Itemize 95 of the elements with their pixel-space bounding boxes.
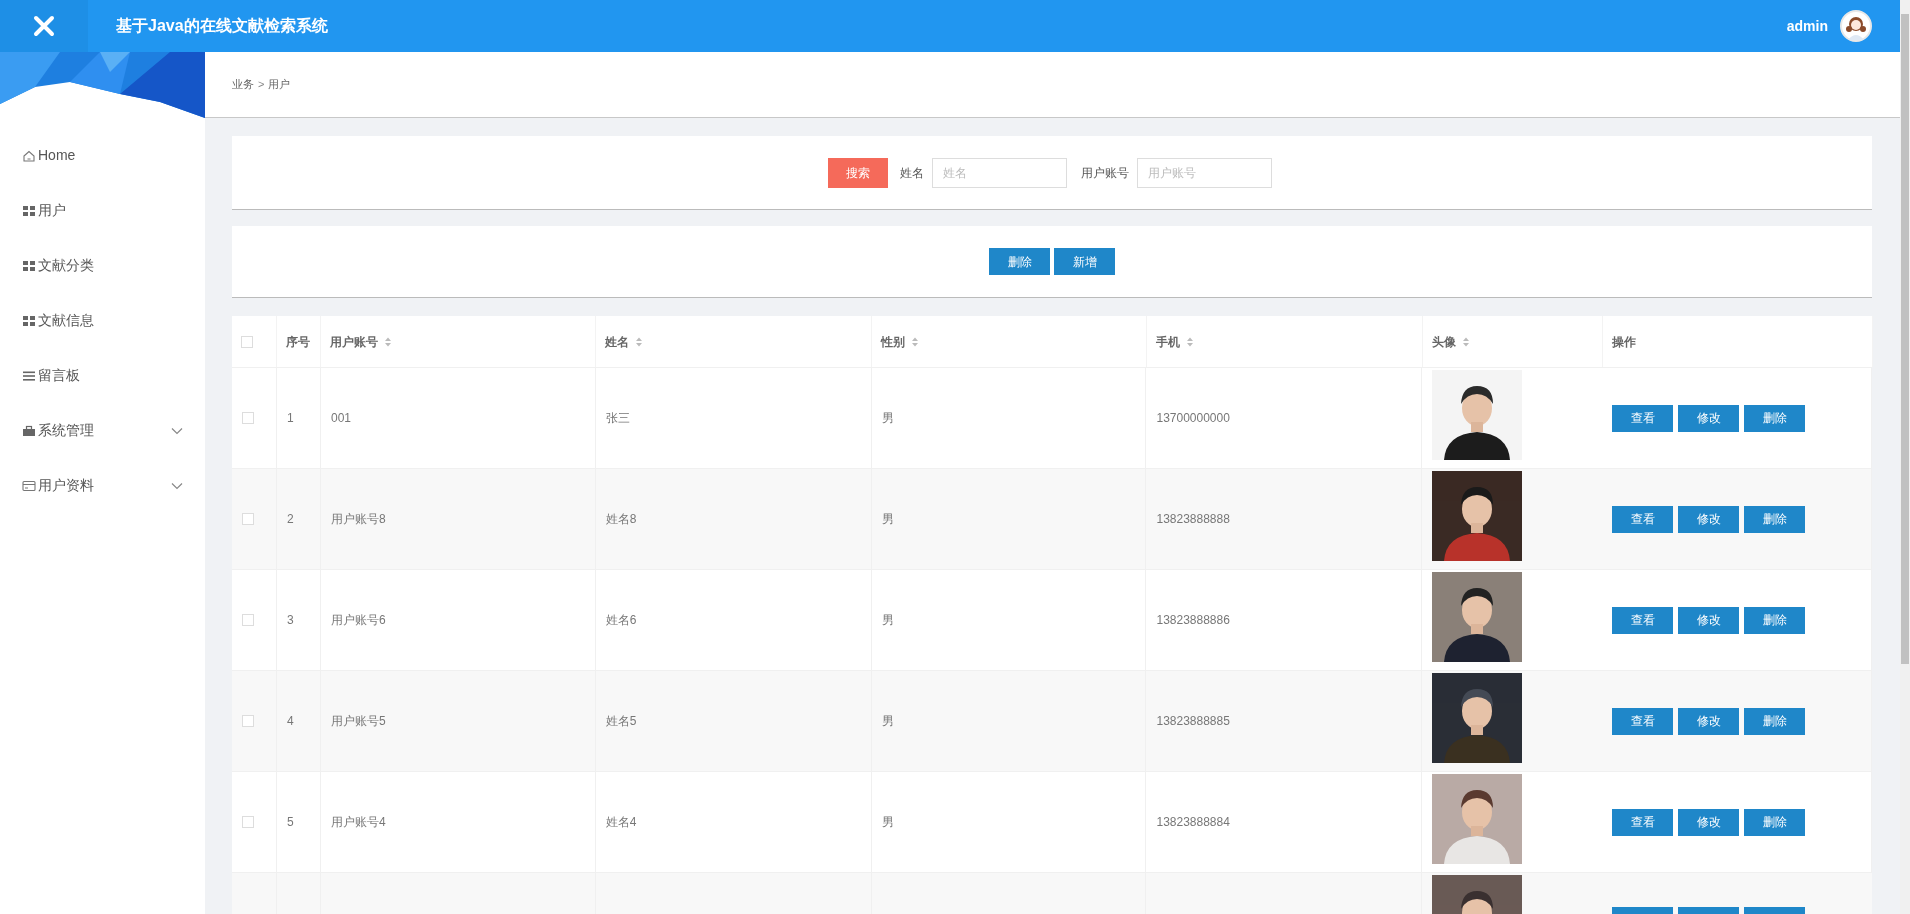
row-action-button[interactable]: 修改	[1678, 606, 1740, 634]
table-cell-text: 姓名4	[605, 814, 637, 831]
close-button[interactable]	[0, 0, 88, 52]
grid-icon	[22, 313, 36, 328]
user-name[interactable]: admin	[1786, 15, 1828, 37]
checkbox[interactable]	[242, 412, 254, 424]
card-icon	[22, 478, 36, 493]
checkbox[interactable]	[241, 335, 253, 348]
column-header[interactable]: 手机	[1147, 316, 1423, 367]
action-button[interactable]: 新增	[1054, 248, 1115, 275]
breadcrumb-item[interactable]: 用户	[268, 76, 291, 93]
field-label: 用户账号	[1081, 164, 1129, 182]
sort-icon[interactable]	[911, 335, 919, 348]
checkbox[interactable]	[242, 816, 254, 828]
table-cell-text: 男	[881, 410, 894, 427]
sort-icon[interactable]	[1462, 335, 1470, 348]
table-cell-text: 用户账号6	[330, 612, 386, 629]
table-cell-text: 张三	[605, 410, 630, 427]
chevron-down-icon	[171, 481, 183, 490]
table-cell-text: 2	[287, 511, 294, 528]
checkbox[interactable]	[242, 513, 254, 525]
sidebar-item[interactable]: 留言板	[0, 348, 205, 403]
input-field[interactable]: 姓名	[932, 157, 1067, 188]
row-action-button[interactable]: 查看	[1612, 606, 1674, 634]
row-action-button[interactable]: 删除	[1744, 505, 1806, 533]
row-action-button[interactable]: 删除	[1744, 606, 1806, 634]
app-title: 基于Java的在线文献检索系统	[116, 16, 328, 36]
sidebar-item[interactable]: 系统管理	[0, 403, 205, 458]
column-header[interactable]: 姓名	[596, 316, 872, 367]
column-title: 操作	[1612, 333, 1636, 351]
row-action-button[interactable]: 修改	[1678, 404, 1740, 432]
table-cell-text: 用户账号8	[330, 511, 386, 528]
sidebar-item[interactable]: 用户	[0, 183, 205, 238]
checkbox[interactable]	[242, 614, 254, 626]
column-title: 头像	[1432, 333, 1456, 351]
table-cell-text: 男	[881, 612, 894, 629]
column-title: 姓名	[605, 333, 629, 351]
input-field[interactable]: 用户账号	[1137, 157, 1272, 188]
action-button[interactable]: 删除	[989, 248, 1050, 275]
search-button[interactable]: 搜索	[828, 157, 888, 188]
breadcrumb-item[interactable]: 业务	[232, 76, 254, 93]
table-cell-text: 001	[330, 410, 351, 427]
row-action-button[interactable]: 修改	[1678, 505, 1740, 533]
row-action-button[interactable]: 查看	[1612, 808, 1674, 836]
sidebar-item[interactable]: 用户资料	[0, 458, 205, 513]
table-cell-text: 4	[287, 713, 294, 730]
chevron-down-icon	[171, 426, 183, 435]
table-cell-text: 姓名6	[605, 612, 637, 629]
row-action-button[interactable]: 删除	[1744, 404, 1806, 432]
column-header[interactable]: 用户账号	[321, 316, 596, 367]
table-cell-text: 用户账号4	[330, 814, 386, 831]
row-action-button[interactable]: 查看	[1612, 505, 1674, 533]
table-cell-text: 用户账号5	[330, 713, 386, 730]
row-action-button[interactable]: 修改	[1678, 707, 1740, 735]
sort-icon[interactable]	[384, 335, 392, 348]
column-title: 性别	[881, 333, 905, 351]
scrollbar[interactable]	[1900, 0, 1910, 914]
sidebar-item[interactable]: Home	[0, 128, 205, 183]
column-header[interactable]: 头像	[1423, 316, 1603, 367]
table-cell-text: 1	[287, 410, 294, 427]
grid-icon	[22, 258, 36, 273]
table-cell-text: 13823888885	[1156, 713, 1230, 730]
table-cell-text: 男	[881, 814, 894, 831]
breadcrumb-separator: >	[258, 77, 265, 93]
row-action-button[interactable]: 修改	[1678, 808, 1740, 836]
row-action-button[interactable]: 删除	[1744, 707, 1806, 735]
field-label: 姓名	[900, 164, 924, 182]
briefcase-icon	[22, 423, 36, 438]
sidebar-item[interactable]: 文献分类	[0, 238, 205, 293]
table-cell-text: 男	[881, 713, 894, 730]
table-cell-text: 姓名5	[605, 713, 637, 730]
scrollbar-thumb[interactable]	[1901, 14, 1909, 664]
sort-icon[interactable]	[635, 335, 643, 348]
table-cell-text: 男	[881, 511, 894, 528]
avatar-icon[interactable]	[1840, 10, 1872, 42]
table-cell-text: 13700000000	[1156, 410, 1230, 427]
grid-icon	[22, 203, 36, 218]
row-action-button[interactable]: 查看	[1612, 404, 1674, 432]
column-title: 用户账号	[330, 333, 378, 351]
table-cell-text: 13823888888	[1156, 511, 1230, 528]
checkbox[interactable]	[242, 715, 254, 727]
column-title: 手机	[1156, 333, 1180, 351]
close-icon	[33, 15, 55, 37]
sidebar-item[interactable]: 文献信息	[0, 293, 205, 348]
row-action-button[interactable]: 查看	[1612, 707, 1674, 735]
table-cell-text: 姓名8	[605, 511, 637, 528]
table-cell-text: 13823888886	[1156, 612, 1230, 629]
column-header[interactable]: 性别	[872, 316, 1147, 367]
table-cell-text: 3	[287, 612, 294, 629]
home-icon	[22, 148, 36, 163]
row-action-button[interactable]: 删除	[1744, 808, 1806, 836]
table-cell-text: 5	[287, 814, 294, 831]
table-cell-text: 13823888884	[1156, 814, 1230, 831]
sort-icon[interactable]	[1186, 335, 1194, 348]
column-title: 序号	[286, 333, 310, 351]
